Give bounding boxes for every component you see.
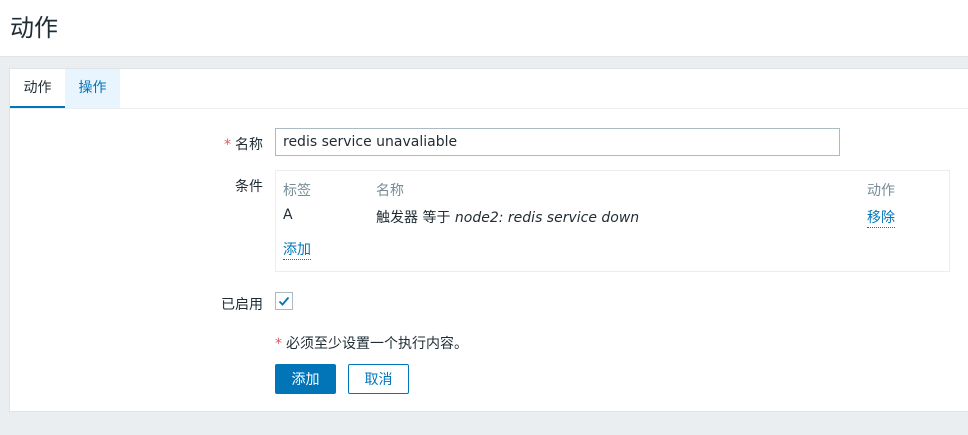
condition-tag: A: [283, 207, 293, 223]
enabled-label: 已启用: [221, 297, 263, 313]
check-icon: [278, 296, 290, 306]
note-required-mark: *: [275, 336, 282, 352]
add-condition-cell: 添加: [283, 239, 311, 260]
name-label-text: 名称: [235, 137, 263, 153]
column-header-action: 动作: [867, 183, 895, 199]
name-label: * 名称: [210, 134, 263, 154]
required-mark: *: [224, 137, 231, 153]
tab-operations[interactable]: 操作: [65, 69, 120, 108]
add-button[interactable]: 添加: [275, 364, 336, 394]
condition-description: 触发器 等于 node2: redis service down: [376, 207, 639, 227]
column-header-tag: 标签: [283, 183, 311, 199]
condition-trigger: node2: redis service down: [454, 210, 640, 226]
condition-prefix: 触发器 等于: [376, 210, 455, 226]
column-header-name: 名称: [376, 183, 404, 199]
action-form-panel: 动作 操作 *名称 条件 标签 名称 动作 A 触发器 等于 node2: re…: [9, 68, 968, 412]
remove-condition-link[interactable]: 移除: [867, 210, 895, 228]
enabled-checkbox[interactable]: [275, 292, 293, 310]
name-input[interactable]: [275, 128, 840, 156]
conditions-label: 条件: [235, 179, 263, 195]
page-title: 动作: [10, 14, 58, 42]
tab-bar: 动作 操作: [10, 69, 968, 109]
add-condition-link[interactable]: 添加: [283, 242, 311, 260]
condition-remove-cell: 移除: [867, 207, 895, 228]
page-header: 动作: [0, 0, 968, 57]
required-note: * 必须至少设置一个执行内容。: [275, 333, 468, 353]
tab-action[interactable]: 动作: [10, 69, 65, 108]
conditions-table: 标签 名称 动作 A 触发器 等于 node2: redis service d…: [275, 170, 950, 272]
cancel-button[interactable]: 取消: [348, 364, 409, 394]
note-text: 必须至少设置一个执行内容。: [286, 336, 468, 352]
